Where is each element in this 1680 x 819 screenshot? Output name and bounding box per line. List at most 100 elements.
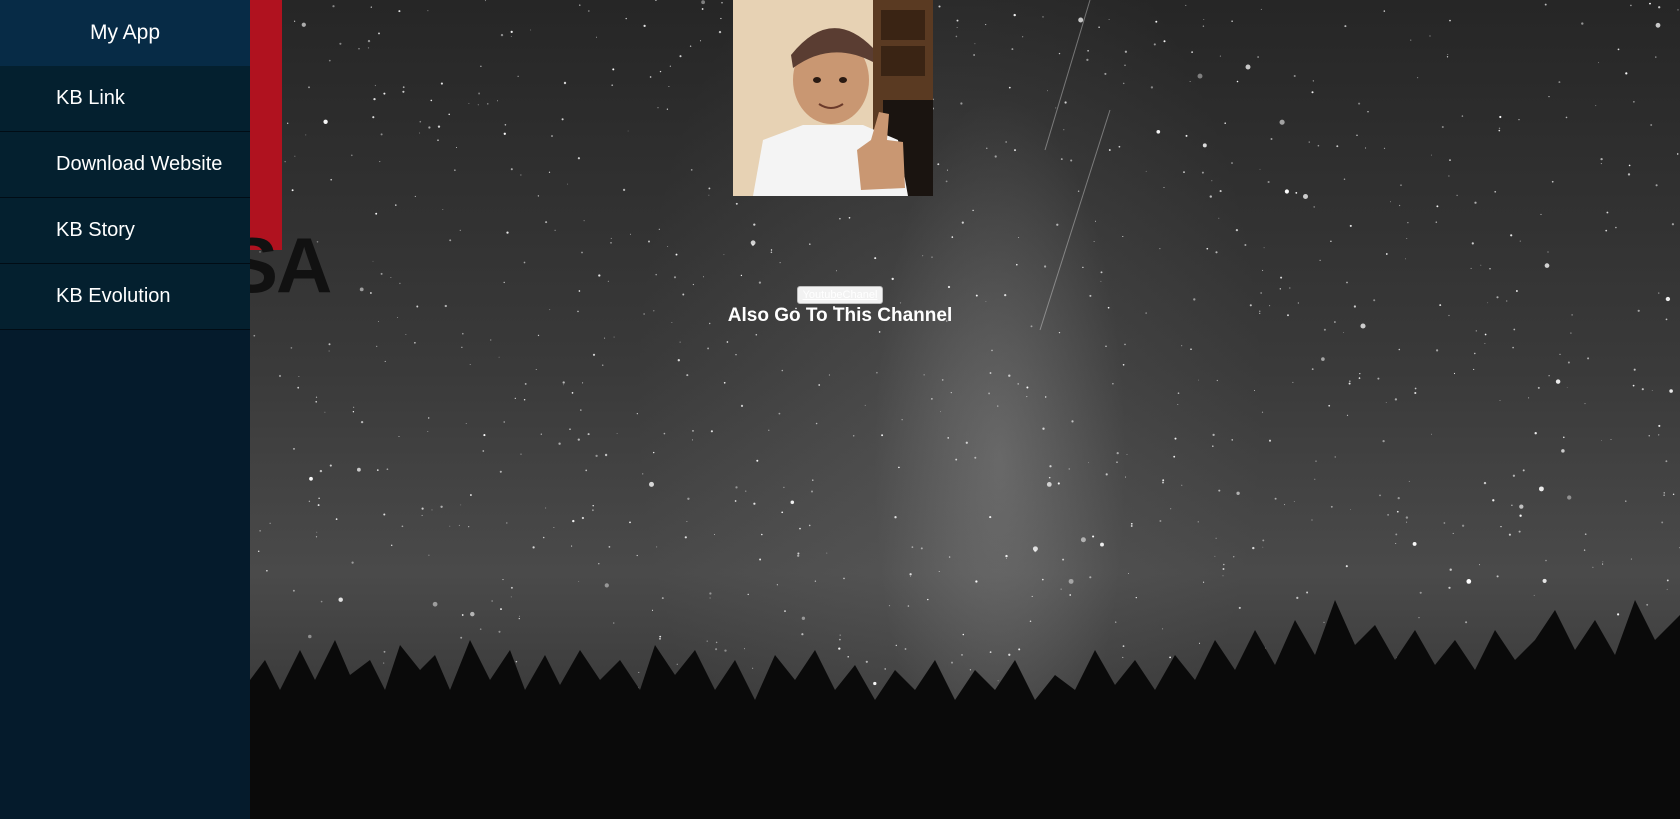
star (1336, 145, 1339, 148)
star (679, 341, 681, 343)
sidebar-item-label: KB Link (56, 87, 125, 109)
star (571, 545, 573, 547)
star (881, 434, 884, 437)
star (1044, 265, 1047, 268)
star (636, 413, 638, 415)
star (1087, 50, 1089, 52)
star (561, 118, 564, 121)
star (449, 239, 452, 242)
star (1398, 204, 1401, 207)
star (975, 580, 978, 583)
star (428, 126, 431, 129)
star (884, 668, 886, 670)
sidebar-item-kb-link[interactable]: KB Link (0, 66, 250, 132)
star (1480, 264, 1482, 266)
star (1418, 617, 1420, 619)
star (689, 45, 692, 47)
star (1080, 537, 1086, 543)
star (587, 433, 590, 436)
star (1456, 194, 1458, 197)
star (582, 382, 584, 384)
star (768, 429, 770, 431)
star (898, 466, 900, 469)
star (1233, 556, 1235, 558)
star (491, 600, 493, 602)
star (601, 364, 604, 366)
star (1089, 576, 1092, 579)
star (909, 573, 912, 576)
star (709, 597, 711, 599)
star (808, 524, 811, 527)
star (278, 374, 282, 378)
star (1206, 247, 1209, 250)
star (613, 336, 615, 338)
star (558, 442, 561, 445)
star (259, 530, 261, 532)
star (627, 130, 629, 132)
star (761, 533, 763, 536)
sidebar-item-download-website[interactable]: Download Website (0, 132, 250, 198)
star (323, 119, 328, 124)
star (1078, 17, 1084, 23)
star (669, 65, 671, 67)
star (1630, 4, 1632, 7)
star (1628, 164, 1631, 167)
star (801, 616, 806, 620)
star (927, 598, 929, 601)
star (332, 5, 335, 8)
channel-callout-text: Also Go To This Channel (727, 305, 953, 326)
star (328, 343, 331, 346)
star (583, 220, 585, 222)
star (706, 640, 708, 642)
star (510, 596, 512, 598)
star (1344, 25, 1347, 28)
star (1512, 346, 1514, 349)
star (469, 364, 471, 365)
sidebar-item-kb-story[interactable]: KB Story (0, 198, 250, 264)
star (461, 332, 464, 335)
star (352, 411, 355, 413)
star (1183, 171, 1185, 173)
star (1209, 195, 1212, 198)
star (873, 681, 877, 686)
star (1359, 372, 1361, 375)
app-title[interactable]: My App (0, 0, 250, 66)
star (328, 350, 330, 352)
star (1677, 9, 1679, 11)
star (922, 255, 924, 257)
star (931, 398, 933, 400)
star (604, 337, 606, 339)
star (1153, 43, 1156, 46)
sidebar-item-kb-evolution[interactable]: KB Evolution (0, 264, 250, 330)
star (770, 251, 773, 254)
star (428, 554, 430, 556)
star (571, 392, 574, 394)
star (1583, 549, 1586, 551)
star (554, 229, 556, 231)
star (581, 251, 583, 254)
star (402, 86, 405, 89)
star (572, 519, 575, 523)
youtube-channel-button[interactable]: YoutubeChanel (797, 286, 883, 304)
star (1122, 82, 1125, 85)
star (1284, 504, 1286, 506)
star (1042, 578, 1044, 581)
star (421, 507, 424, 510)
star (390, 544, 393, 547)
star (707, 347, 710, 350)
star (636, 554, 638, 557)
star (974, 43, 976, 45)
star (1244, 244, 1247, 246)
star (612, 622, 615, 624)
star (735, 354, 737, 356)
star (1231, 439, 1233, 441)
star (1567, 361, 1570, 364)
star (553, 527, 555, 528)
star (1360, 323, 1366, 329)
star (1022, 36, 1024, 38)
star (1252, 546, 1255, 550)
star (1321, 357, 1325, 361)
star (318, 497, 320, 499)
star (1334, 456, 1336, 458)
star (290, 347, 293, 349)
